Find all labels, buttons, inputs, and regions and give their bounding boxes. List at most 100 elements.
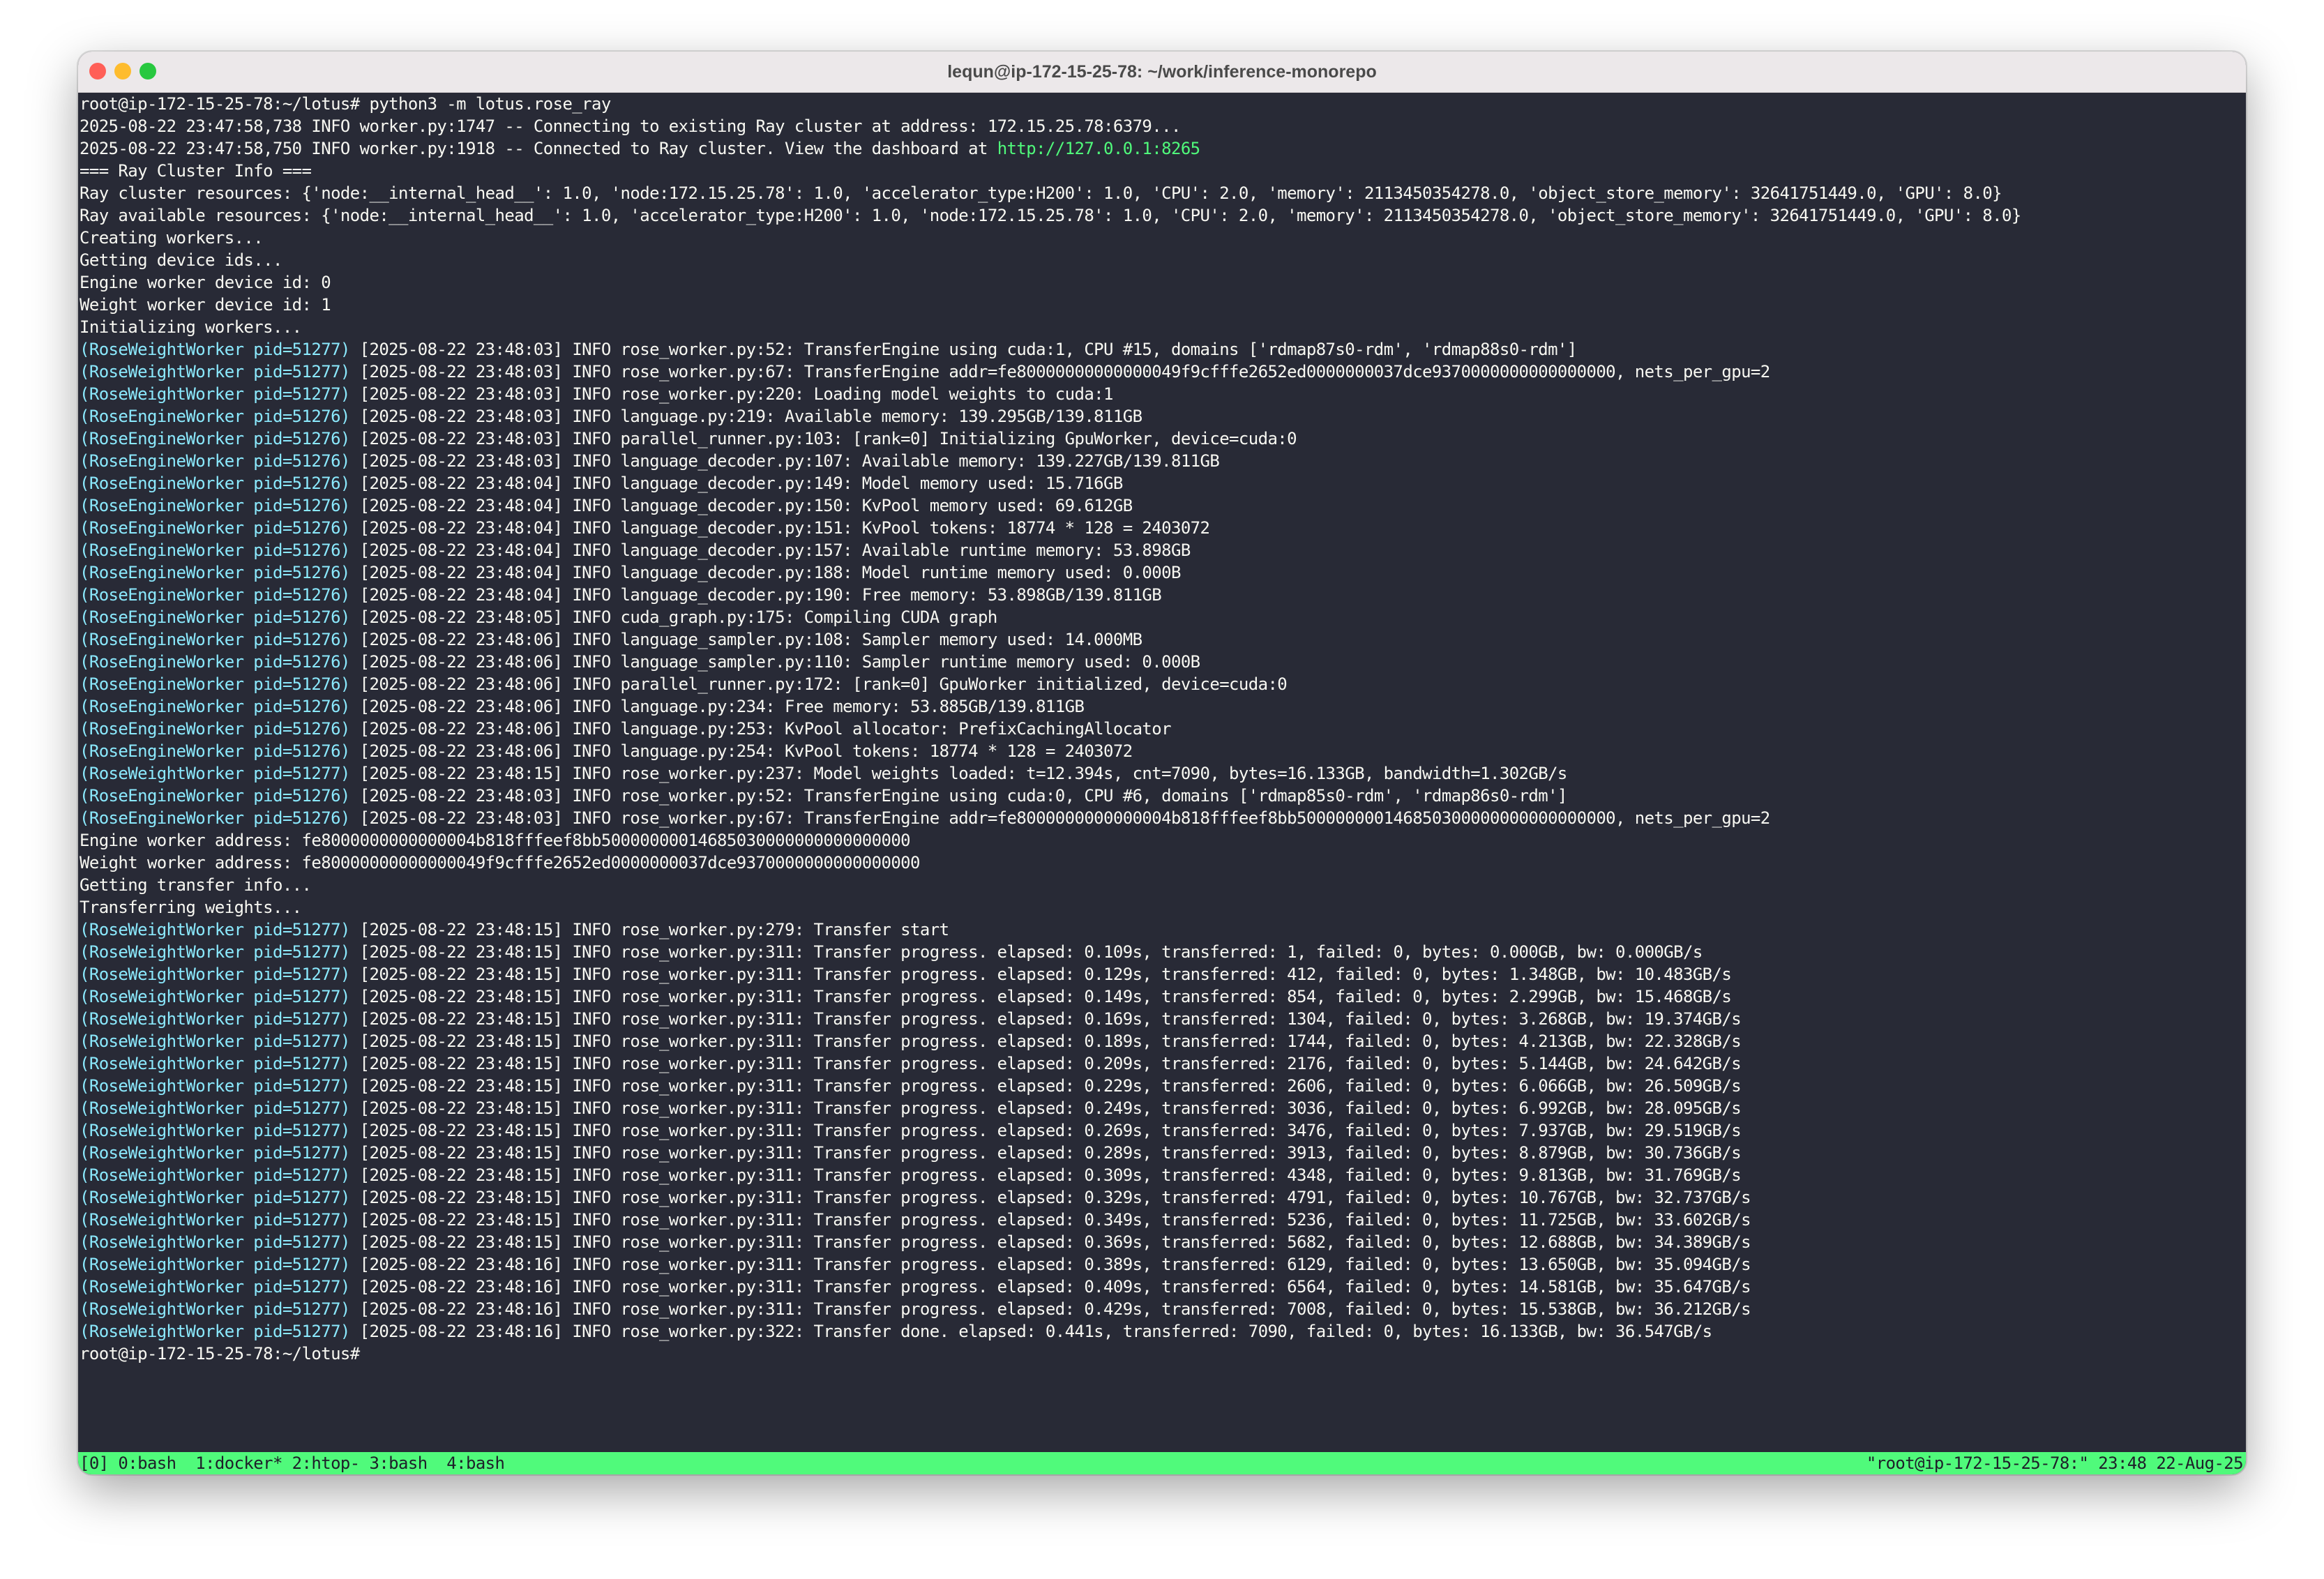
- log-message: [2025-08-22 23:48:04] INFO language_deco…: [349, 585, 1162, 605]
- worker-log-line: (RoseWeightWorker pid=51277) [2025-08-22…: [80, 1231, 2246, 1253]
- worker-prefix: (RoseWeightWorker pid=51277): [80, 1009, 350, 1029]
- worker-prefix: (RoseEngineWorker pid=51276): [80, 697, 350, 716]
- worker-prefix: (RoseEngineWorker pid=51276): [80, 652, 350, 672]
- worker-log-line: (RoseEngineWorker pid=51276) [2025-08-22…: [80, 785, 2246, 807]
- log-message: [2025-08-22 23:48:15] INFO rose_worker.p…: [349, 920, 949, 939]
- log-message: [2025-08-22 23:48:15] INFO rose_worker.p…: [349, 1210, 1751, 1230]
- log-message: [2025-08-22 23:48:06] INFO language_samp…: [349, 652, 1200, 672]
- worker-log-line: (RoseWeightWorker pid=51277) [2025-08-22…: [80, 1164, 2246, 1186]
- terminal-line: Engine worker address: fe800000000000000…: [80, 831, 911, 850]
- worker-log-line: (RoseEngineWorker pid=51276) [2025-08-22…: [80, 539, 2246, 561]
- log-message: [2025-08-22 23:48:05] INFO cuda_graph.py…: [349, 607, 998, 627]
- title-bar: lequn@ip-172-15-25-78: ~/work/inference-…: [78, 52, 2246, 93]
- log-message: [2025-08-22 23:48:16] INFO rose_worker.p…: [349, 1299, 1751, 1319]
- terminal-line: Transferring weights...: [80, 898, 302, 917]
- worker-prefix: (RoseWeightWorker pid=51277): [80, 920, 350, 939]
- worker-log-line: (RoseWeightWorker pid=51277) [2025-08-22…: [80, 1075, 2246, 1097]
- terminal-window: lequn@ip-172-15-25-78: ~/work/inference-…: [78, 52, 2246, 1474]
- log-message: [2025-08-22 23:48:06] INFO language_samp…: [349, 630, 1142, 649]
- worker-log-line: (RoseWeightWorker pid=51277) [2025-08-22…: [80, 1008, 2246, 1030]
- log-message: [2025-08-22 23:48:03] INFO language_deco…: [349, 451, 1220, 471]
- worker-prefix: (RoseWeightWorker pid=51277): [80, 1121, 350, 1140]
- worker-log-line: (RoseWeightWorker pid=51277) [2025-08-22…: [80, 1186, 2246, 1209]
- worker-prefix: (RoseEngineWorker pid=51276): [80, 429, 350, 448]
- log-message: [2025-08-22 23:48:16] INFO rose_worker.p…: [349, 1255, 1751, 1274]
- log-message: [2025-08-22 23:48:06] INFO parallel_runn…: [349, 674, 1288, 694]
- log-message: [2025-08-22 23:48:03] INFO language.py:2…: [349, 407, 1142, 426]
- worker-log-line: (RoseEngineWorker pid=51276) [2025-08-22…: [80, 695, 2246, 718]
- worker-prefix: (RoseWeightWorker pid=51277): [80, 1098, 350, 1118]
- worker-prefix: (RoseEngineWorker pid=51276): [80, 674, 350, 694]
- worker-prefix: (RoseWeightWorker pid=51277): [80, 1054, 350, 1073]
- log-message: [2025-08-22 23:48:15] INFO rose_worker.p…: [349, 1232, 1751, 1252]
- terminal-line: Weight worker device id: 1: [80, 295, 331, 315]
- shell-prompt[interactable]: root@ip-172-15-25-78:~/lotus#: [80, 1343, 2246, 1365]
- dashboard-link[interactable]: http://127.0.0.1:8265: [997, 139, 1200, 158]
- worker-log-line: (RoseWeightWorker pid=51277) [2025-08-22…: [80, 383, 2246, 405]
- terminal-line: Engine worker device id: 0: [80, 273, 331, 292]
- tmux-window-list[interactable]: [0] 0:bash 1:docker* 2:htop- 3:bash 4:ba…: [80, 1452, 505, 1474]
- worker-log-line: (RoseEngineWorker pid=51276) [2025-08-22…: [80, 740, 2246, 762]
- worker-prefix: (RoseWeightWorker pid=51277): [80, 1076, 350, 1096]
- log-message: [2025-08-22 23:48:15] INFO rose_worker.p…: [349, 764, 1568, 783]
- log-message: [2025-08-22 23:48:15] INFO rose_worker.p…: [349, 1054, 1742, 1073]
- worker-log-line: (RoseWeightWorker pid=51277) [2025-08-22…: [80, 985, 2246, 1008]
- terminal-line: Ray available resources: {'node:__intern…: [80, 206, 2021, 225]
- worker-prefix: (RoseWeightWorker pid=51277): [80, 942, 350, 962]
- worker-log-line: (RoseWeightWorker pid=51277) [2025-08-22…: [80, 1209, 2246, 1231]
- terminal-line: Ray cluster resources: {'node:__internal…: [80, 183, 2002, 203]
- log-message: [2025-08-22 23:48:03] INFO rose_worker.p…: [349, 808, 1771, 828]
- worker-prefix: (RoseWeightWorker pid=51277): [80, 965, 350, 984]
- log-message: [2025-08-22 23:48:03] INFO rose_worker.p…: [349, 340, 1578, 359]
- log-message: [2025-08-22 23:48:15] INFO rose_worker.p…: [349, 1143, 1742, 1163]
- log-message: [2025-08-22 23:48:04] INFO language_deco…: [349, 518, 1210, 538]
- worker-prefix: (RoseWeightWorker pid=51277): [80, 384, 350, 404]
- log-message: [2025-08-22 23:48:04] INFO language_deco…: [349, 541, 1191, 560]
- worker-log-line: (RoseEngineWorker pid=51276) [2025-08-22…: [80, 807, 2246, 829]
- worker-prefix: (RoseWeightWorker pid=51277): [80, 764, 350, 783]
- worker-log-line: (RoseEngineWorker pid=51276) [2025-08-22…: [80, 428, 2246, 450]
- worker-prefix: (RoseWeightWorker pid=51277): [80, 1032, 350, 1051]
- worker-log-line: (RoseEngineWorker pid=51276) [2025-08-22…: [80, 584, 2246, 606]
- log-message: [2025-08-22 23:48:15] INFO rose_worker.p…: [349, 987, 1732, 1006]
- worker-prefix: (RoseEngineWorker pid=51276): [80, 719, 350, 739]
- worker-prefix: (RoseWeightWorker pid=51277): [80, 1299, 350, 1319]
- worker-prefix: (RoseEngineWorker pid=51276): [80, 630, 350, 649]
- worker-prefix: (RoseEngineWorker pid=51276): [80, 563, 350, 582]
- log-message: [2025-08-22 23:48:06] INFO language.py:2…: [349, 697, 1085, 716]
- terminal-output[interactable]: root@ip-172-15-25-78:~/lotus# python3 -m…: [78, 93, 2246, 1452]
- log-message: [2025-08-22 23:48:16] INFO rose_worker.p…: [349, 1322, 1713, 1341]
- worker-log-line: (RoseWeightWorker pid=51277) [2025-08-22…: [80, 338, 2246, 361]
- terminal-text: 2025-08-22 23:47:58,750 INFO worker.py:1…: [80, 139, 997, 158]
- worker-log-line: (RoseWeightWorker pid=51277) [2025-08-22…: [80, 1276, 2246, 1298]
- worker-prefix: (RoseWeightWorker pid=51277): [80, 987, 350, 1006]
- worker-prefix: (RoseEngineWorker pid=51276): [80, 741, 350, 761]
- worker-log-line: (RoseWeightWorker pid=51277) [2025-08-22…: [80, 1030, 2246, 1052]
- worker-log-line: (RoseWeightWorker pid=51277) [2025-08-22…: [80, 1298, 2246, 1320]
- terminal-line: 2025-08-22 23:47:58,750 INFO worker.py:1…: [80, 137, 2246, 160]
- worker-prefix: (RoseEngineWorker pid=51276): [80, 585, 350, 605]
- window-title: lequn@ip-172-15-25-78: ~/work/inference-…: [947, 62, 1377, 82]
- log-message: [2025-08-22 23:48:06] INFO language.py:2…: [349, 719, 1172, 739]
- terminal-line: Creating workers...: [80, 228, 264, 248]
- worker-log-line: (RoseWeightWorker pid=51277) [2025-08-22…: [80, 1052, 2246, 1075]
- tmux-status-bar: [0] 0:bash 1:docker* 2:htop- 3:bash 4:ba…: [78, 1452, 2246, 1474]
- worker-prefix: (RoseWeightWorker pid=51277): [80, 1255, 350, 1274]
- log-message: [2025-08-22 23:48:15] INFO rose_worker.p…: [349, 1165, 1742, 1185]
- worker-log-line: (RoseWeightWorker pid=51277) [2025-08-22…: [80, 919, 2246, 941]
- worker-log-line: (RoseEngineWorker pid=51276) [2025-08-22…: [80, 472, 2246, 494]
- terminal-line: Getting device ids...: [80, 250, 282, 270]
- log-message: [2025-08-22 23:48:03] INFO rose_worker.p…: [349, 362, 1771, 381]
- log-message: [2025-08-22 23:48:04] INFO language_deco…: [349, 563, 1182, 582]
- worker-log-line: (RoseEngineWorker pid=51276) [2025-08-22…: [80, 651, 2246, 673]
- worker-log-line: (RoseEngineWorker pid=51276) [2025-08-22…: [80, 561, 2246, 584]
- worker-log-line: (RoseWeightWorker pid=51277) [2025-08-22…: [80, 361, 2246, 383]
- worker-log-line: (RoseWeightWorker pid=51277) [2025-08-22…: [80, 1142, 2246, 1164]
- worker-prefix: (RoseEngineWorker pid=51276): [80, 518, 350, 538]
- worker-prefix: (RoseEngineWorker pid=51276): [80, 407, 350, 426]
- worker-prefix: (RoseWeightWorker pid=51277): [80, 1143, 350, 1163]
- worker-log-line: (RoseEngineWorker pid=51276) [2025-08-22…: [80, 450, 2246, 472]
- worker-prefix: (RoseWeightWorker pid=51277): [80, 1277, 350, 1297]
- log-message: [2025-08-22 23:48:03] INFO rose_worker.p…: [349, 384, 1114, 404]
- worker-prefix: (RoseWeightWorker pid=51277): [80, 1165, 350, 1185]
